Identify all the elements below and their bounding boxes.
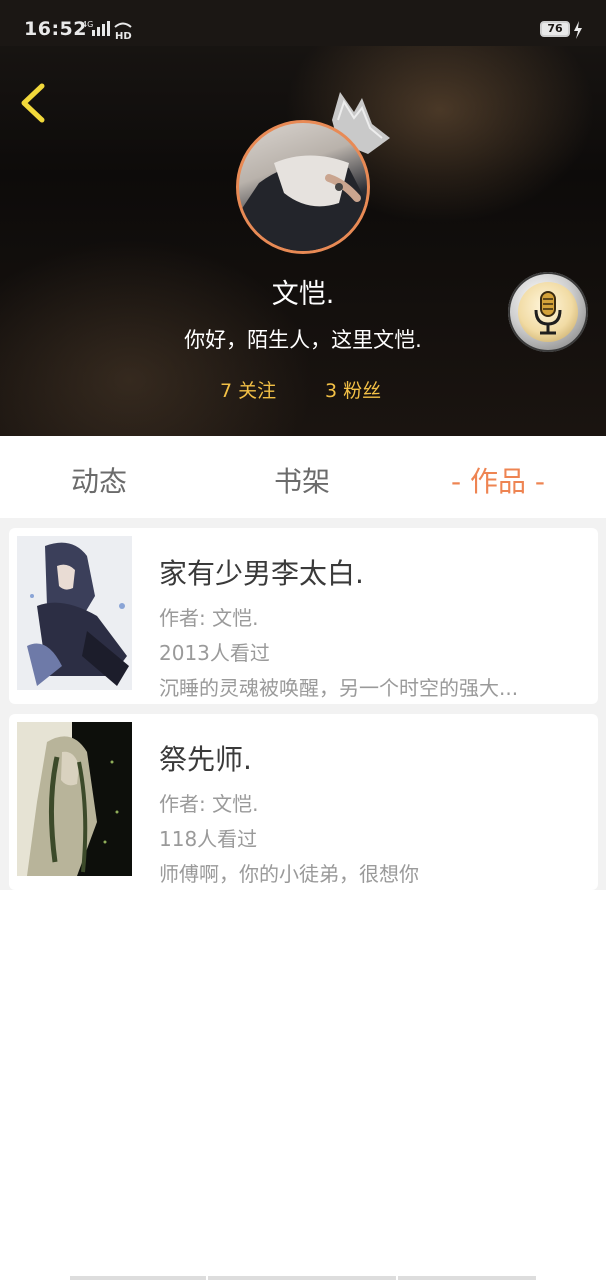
charging-icon xyxy=(574,21,582,39)
book-title: 家有少男李太白. xyxy=(159,557,364,590)
works-list: 家有少男李太白. 作者: 文恺. 2013人看过 沉睡的灵魂被唤醒，另一个时空的… xyxy=(0,518,606,890)
tab-works[interactable]: - 作品 - xyxy=(451,460,545,500)
status-time: 16:52 xyxy=(24,18,87,40)
tab-bookshelf[interactable]: 书架 xyxy=(274,460,330,500)
profile-header: 16:52 4G HD 76 文恺. 你好，陌生人，这里文恺. 7 关注 3 粉… xyxy=(0,0,606,436)
back-arrow-icon[interactable] xyxy=(16,82,52,124)
avatar-image xyxy=(236,120,370,254)
hd-label: HD xyxy=(115,31,132,40)
book-cover xyxy=(17,536,132,690)
book-description: 沉睡的灵魂被唤醒，另一个时空的强大... xyxy=(159,676,519,700)
microphone-icon xyxy=(534,291,562,335)
battery-icon: 76 xyxy=(540,21,570,37)
book-author: 作者: 文恺. xyxy=(159,606,259,630)
voice-button-face xyxy=(518,282,578,342)
status-bar: 16:52 4G HD 76 xyxy=(0,0,606,46)
tab-activity[interactable]: 动态 xyxy=(71,460,127,500)
avatar[interactable] xyxy=(236,120,370,254)
list-item[interactable]: 家有少男李太白. 作者: 文恺. 2013人看过 沉睡的灵魂被唤醒，另一个时空的… xyxy=(9,528,598,704)
book-views: 118人看过 xyxy=(159,827,258,851)
book-title: 祭先师. xyxy=(159,743,252,776)
book-views: 2013人看过 xyxy=(159,641,270,665)
book-description: 师傅啊，你的小徒弟，很想你 xyxy=(159,862,419,886)
signal-icon: 4G HD xyxy=(82,20,132,40)
bottom-indicator xyxy=(208,1276,396,1280)
book-author: 作者: 文恺. xyxy=(159,792,259,816)
profile-stats: 7 关注 3 粉丝 xyxy=(0,376,606,406)
following-count[interactable]: 7 关注 xyxy=(220,376,276,403)
followers-count[interactable]: 3 粉丝 xyxy=(325,376,381,403)
battery-level: 76 xyxy=(547,22,563,35)
bottom-indicator xyxy=(70,1276,206,1280)
voice-intro-button[interactable] xyxy=(508,272,588,352)
list-item[interactable]: 祭先师. 作者: 文恺. 118人看过 师傅啊，你的小徒弟，很想你 xyxy=(9,714,598,890)
profile-tabs: 动态 书架 - 作品 - xyxy=(0,436,606,518)
bottom-indicator xyxy=(398,1276,536,1280)
network-type-label: 4G xyxy=(82,20,93,29)
book-cover xyxy=(17,722,132,876)
